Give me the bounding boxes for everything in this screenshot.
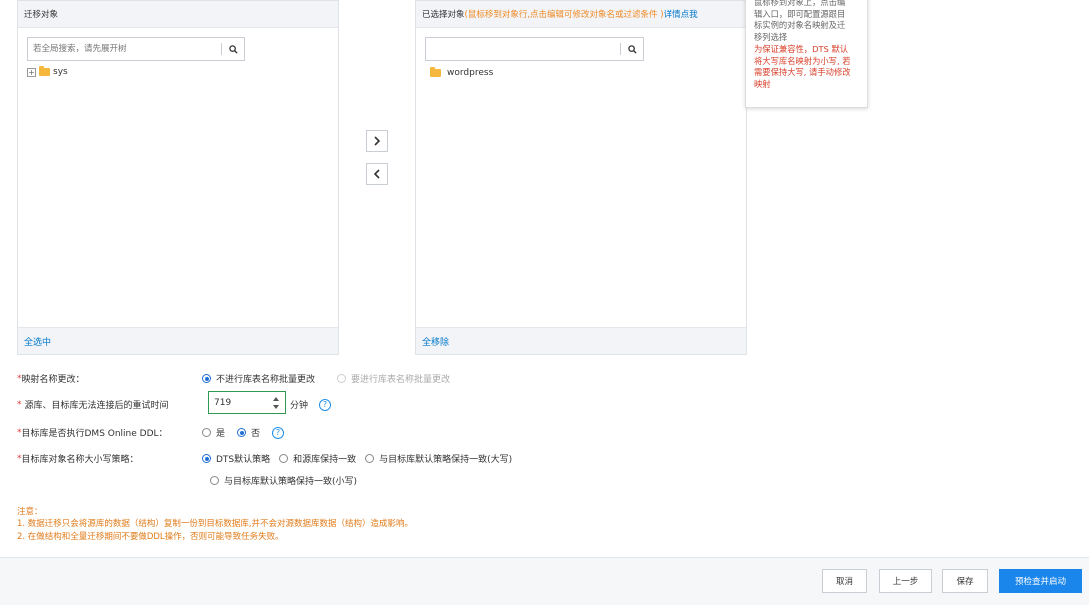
mapping-tooltip: 鼠标移到对象上，点击编 辑入口，即可配置源跟目 标实例的对象名映射及迁 移列选择… (745, 0, 868, 108)
ddl-option-no[interactable]: 否 (237, 426, 260, 439)
target-panel-hint: (鼠标移到对象行,点击编辑可修改对象名或过滤条件 ) (464, 10, 664, 20)
spinner[interactable] (272, 396, 280, 410)
mapping-options: 不进行库表名称批量更改 要进行库表名称批量更改 (202, 372, 450, 385)
option-label: 不进行库表名称批量更改 (216, 375, 316, 385)
option-label: 是 (216, 429, 226, 439)
retry-time-input[interactable] (208, 391, 286, 414)
target-panel-footer: 全移除 (416, 327, 746, 354)
help-icon[interactable]: ? (272, 426, 285, 439)
source-search-input[interactable] (28, 38, 221, 60)
save-button[interactable]: 保存 (942, 569, 988, 593)
previous-step-button[interactable]: 上一步 (879, 569, 932, 593)
case-label: 目标库对象名称大小写策略： (21, 455, 139, 465)
source-panel-title: 迁移对象 (24, 10, 59, 20)
retry-row: * 源库、目标库无法连接后的重试时间 (17, 398, 169, 412)
case-options: DTS默认策略 和源库保持一致 与目标库默认策略保持一致(大写) (202, 452, 512, 465)
radio-selected-icon[interactable] (202, 454, 211, 463)
tree-node-label: sys (53, 67, 68, 77)
required-mark: * (17, 399, 22, 410)
option-label: 与目标库默认策略保持一致(小写) (224, 477, 358, 487)
move-right-button[interactable] (366, 130, 388, 152)
radio-icon[interactable] (202, 428, 211, 437)
help-icon[interactable]: ? (319, 398, 332, 411)
target-search-box (425, 37, 644, 61)
precheck-start-button[interactable]: 预检查并启动 (999, 569, 1082, 593)
radio-icon[interactable] (365, 454, 375, 463)
tooltip-warning-line: 映射 (754, 78, 771, 89)
selected-item-wordpress[interactable]: wordpress (430, 67, 494, 78)
case-option-dts-default[interactable]: DTS默认策略 (202, 452, 270, 465)
case-option-same-as-source[interactable]: 和源库保持一致 (279, 452, 356, 465)
case-option-target-upper[interactable]: 与目标库默认策略保持一致(大写) (365, 452, 512, 465)
chevron-right-icon (374, 136, 381, 146)
tooltip-text-line: 移列选择 (754, 32, 788, 43)
option-label: DTS默认策略 (216, 455, 271, 465)
notice-title: 注意： (17, 507, 43, 517)
selected-objects-panel: 已选择对象 (鼠标移到对象行,点击编辑可修改对象名或过滤条件 ) 详情点我 wo… (415, 0, 747, 355)
cancel-button[interactable]: 取消 (822, 569, 867, 593)
radio-icon[interactable] (279, 454, 289, 463)
move-left-button[interactable] (366, 163, 388, 185)
mapping-row: * 映射名称更改： (17, 372, 85, 386)
option-label: 与目标库默认策略保持一致(大写) (379, 455, 513, 465)
folder-icon (39, 66, 50, 76)
source-panel-footer: 全选中 (18, 327, 338, 354)
case-row: * 目标库对象名称大小写策略： (17, 452, 139, 466)
ddl-options: 是 否 ? (202, 426, 285, 439)
target-panel-title: 已选择对象 (422, 10, 465, 20)
retry-unit: 分钟 (290, 401, 309, 411)
retry-value-field[interactable] (209, 397, 259, 408)
tooltip-warning-line: 将大写库名映射为小写, 若 (754, 55, 851, 66)
radio-disabled-icon (337, 374, 347, 383)
option-label: 和源库保持一致 (293, 455, 357, 465)
retry-label: 源库、目标库无法连接后的重试时间 (24, 401, 169, 411)
details-link[interactable]: 详情点我 (664, 8, 698, 20)
search-icon (228, 44, 238, 54)
spin-down-icon[interactable] (272, 404, 280, 410)
spin-up-icon[interactable] (272, 396, 280, 402)
case-options-second-line: 与目标库默认策略保持一致(小写) (210, 474, 357, 487)
case-option-target-lower[interactable]: 与目标库默认策略保持一致(小写) (210, 474, 357, 487)
mapping-option-batch-change: 要进行库表名称批量更改 (337, 372, 450, 385)
remove-all-link[interactable]: 全移除 (422, 335, 449, 348)
option-label: 要进行库表名称批量更改 (351, 375, 451, 385)
mapping-label: 映射名称更改： (21, 375, 85, 385)
tree-node-sys[interactable]: + sys (27, 66, 68, 77)
folder-icon (430, 67, 441, 77)
ddl-label: 目标库是否执行DMS Online DDL： (21, 429, 168, 439)
radio-icon[interactable] (210, 476, 219, 485)
expand-icon[interactable]: + (27, 67, 36, 77)
target-search-input[interactable] (426, 38, 620, 60)
notice-line: 2. 在做结构和全量迁移期间不要做DDL操作，否则可能导致任务失败。 (17, 532, 284, 542)
radio-selected-icon[interactable] (202, 374, 211, 383)
source-search-button[interactable] (222, 38, 244, 60)
source-search-box (27, 37, 245, 61)
selected-item-label: wordpress (447, 68, 494, 78)
source-objects-panel: 迁移对象 + sys 全选中 (17, 0, 339, 355)
ddl-option-yes[interactable]: 是 (202, 426, 225, 439)
tooltip-warning-line: 为保证兼容性，DTS 默认 (754, 43, 849, 54)
notice-line: 1. 数据迁移只会将源库的数据（结构）复制一份到目标数据库,并不会对源数据库数据… (17, 519, 414, 529)
option-label: 否 (251, 429, 261, 439)
search-icon (627, 44, 637, 54)
tooltip-warning-line: 需要保持大写, 请手动修改 (754, 67, 851, 78)
radio-selected-icon[interactable] (237, 428, 247, 437)
mapping-option-no-change[interactable]: 不进行库表名称批量更改 (202, 372, 315, 385)
tooltip-text-line: 辑入口，即可配置源跟目 (754, 8, 846, 19)
source-panel-header: 迁移对象 (18, 1, 338, 28)
target-panel-header: 已选择对象 (鼠标移到对象行,点击编辑可修改对象名或过滤条件 ) 详情点我 (416, 1, 746, 28)
target-search-button[interactable] (621, 38, 643, 60)
chevron-left-icon (373, 169, 380, 179)
select-all-link[interactable]: 全选中 (24, 335, 51, 348)
tooltip-text-line: 标实例的对象名映射及迁 (754, 20, 846, 31)
tooltip-text-line: 鼠标移到对象上，点击编 (754, 0, 846, 7)
retry-unit-row: 分钟 ? (290, 398, 332, 411)
ddl-row: * 目标库是否执行DMS Online DDL： (17, 426, 168, 440)
